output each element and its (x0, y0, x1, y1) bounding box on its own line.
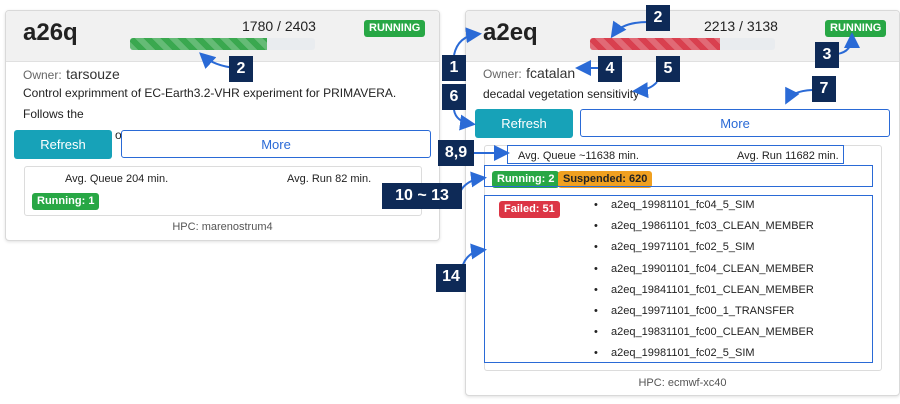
experiment-title[interactable]: a2eq (483, 19, 538, 47)
running-badge[interactable]: Running: 1 (32, 193, 100, 210)
more-button[interactable]: More (121, 130, 431, 158)
owner-name: fcatalan (526, 65, 576, 81)
owner-label: Owner: (483, 67, 522, 81)
summary-panel: Avg. Queue 204 min. Avg. Run 82 min. Run… (24, 166, 422, 216)
annotation-tag-5: 5 (656, 56, 680, 82)
experiment-card-a26q: a26q 1780 / 2403 RUNNING Owner: tarsouze… (5, 10, 440, 241)
annotation-tag-3: 3 (815, 42, 839, 68)
hpc-label: HPC: marenostrum4 (172, 221, 273, 233)
annotation-tag-7: 7 (812, 76, 836, 102)
annotation-tag-14: 14 (436, 264, 466, 292)
annotation-tag-8-9: 8,9 (438, 140, 474, 166)
progress-bar-fill (590, 38, 721, 50)
progress-count: 2213 / 3138 (704, 18, 778, 34)
owner-label: Owner: (23, 68, 62, 82)
annotation-box-14 (484, 195, 873, 363)
refresh-button[interactable]: Refresh (475, 109, 573, 138)
status-badge: RUNNING (825, 20, 887, 37)
owner-name: tarsouze (66, 66, 120, 82)
status-badge: RUNNING (364, 20, 426, 37)
progress-bar-fill (130, 38, 268, 50)
annotation-tag-1: 1 (442, 55, 466, 81)
annotation-tag-2: 2 (229, 56, 253, 82)
annotation-box-8-9 (507, 145, 844, 164)
avg-queue: Avg. Queue 204 min. (65, 173, 169, 185)
avg-run: Avg. Run 82 min. (287, 173, 372, 185)
progress-count: 1780 / 2403 (242, 18, 316, 34)
annotation-box-10-13 (484, 165, 873, 187)
more-button[interactable]: More (580, 109, 890, 137)
annotation-tag-4: 4 (598, 56, 622, 82)
annotation-tag-2b: 2 (646, 5, 670, 31)
progress-bar (130, 38, 315, 50)
experiment-description: decadal vegetation sensitivity (483, 87, 640, 101)
experiment-title[interactable]: a26q (23, 19, 78, 47)
owner-row: Owner: tarsouze (23, 66, 120, 84)
progress-bar (590, 38, 775, 50)
annotation-tag-10-13: 10 ~ 13 (382, 183, 462, 209)
annotation-tag-6: 6 (442, 84, 466, 110)
owner-row: Owner: fcatalan (483, 65, 575, 83)
hpc-label: HPC: ecmwf-xc40 (638, 377, 727, 389)
refresh-button[interactable]: Refresh (14, 130, 112, 159)
description-line-1: Control exprimment of EC-Earth3.2-VHR ex… (23, 86, 397, 121)
